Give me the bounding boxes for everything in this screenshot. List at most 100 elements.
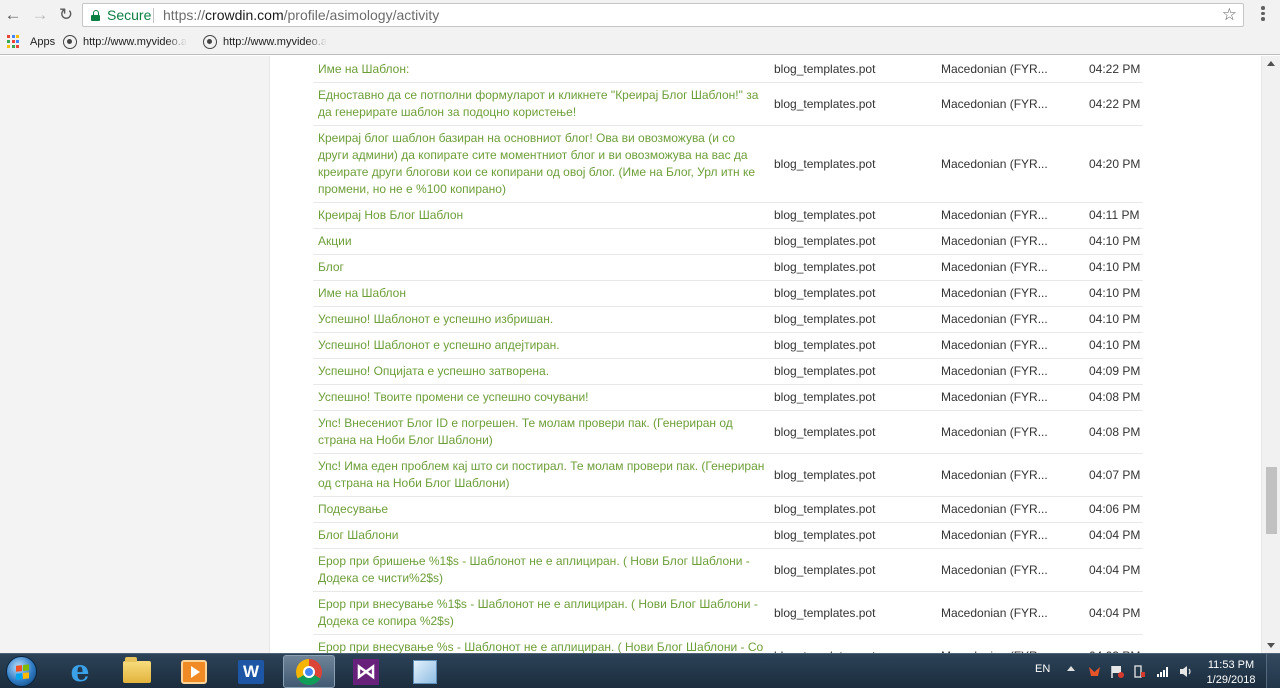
language-name: Macedonian (FYR... [939, 634, 1089, 653]
translation-text[interactable]: Ерор при бришење %1$s - Шаблонот не е ап… [313, 548, 774, 592]
activity-time: 04:04 PM [1089, 548, 1143, 592]
taskbar-chrome[interactable] [283, 655, 335, 688]
bookmark-label: Apps [30, 36, 56, 48]
scroll-down-arrow-icon[interactable] [1267, 643, 1275, 648]
activity-time: 04:22 PM [1089, 56, 1143, 83]
file-name: blog_templates.pot [774, 280, 939, 307]
show-desktop-button[interactable] [1266, 654, 1280, 688]
language-name: Macedonian (FYR... [939, 202, 1089, 229]
reload-icon[interactable]: ↻ [55, 4, 77, 26]
word-icon: W [238, 659, 264, 684]
translation-text[interactable]: Упс! Внесениот Блог ID е погрешен. Те мо… [313, 410, 774, 454]
activity-time: 04:08 PM [1089, 384, 1143, 411]
activity-row: Блог Шаблони blog_templates.pot Macedonian… [313, 522, 1143, 549]
activity-time: 04:04 PM [1089, 591, 1143, 635]
language-name: Macedonian (FYR... [939, 332, 1089, 359]
activity-row: Едноставно да се потполни формуларот и к… [313, 82, 1143, 126]
address-bar[interactable]: Secure https://crowdin.com/profile/asimo… [82, 3, 1244, 27]
visual-studio-icon: ⋈ [353, 658, 379, 685]
omnibox-separator [153, 8, 154, 23]
activity-time: 04:08 PM [1089, 410, 1143, 454]
show-hidden-icons-arrow-icon[interactable] [1067, 666, 1075, 671]
network-signal-icon[interactable] [1155, 664, 1170, 679]
file-name: blog_templates.pot [774, 410, 939, 454]
myvideo-favicon-icon [63, 35, 77, 49]
file-name: blog_templates.pot [774, 332, 939, 359]
folder-icon [123, 656, 151, 683]
media-player-icon [181, 659, 207, 684]
bookmark-myvideo-1[interactable]: http://www.myvideo.a [63, 30, 187, 54]
file-name: blog_templates.pot [774, 358, 939, 385]
activity-time: 04:06 PM [1089, 496, 1143, 523]
translation-text[interactable]: Успешно! Опцијата е успешно затворена. [313, 358, 774, 385]
language-name: Macedonian (FYR... [939, 548, 1089, 592]
language-indicator[interactable]: EN [1035, 663, 1050, 675]
translation-text[interactable]: Успешно! Шаблонот е успешно апдејтиран. [313, 332, 774, 359]
file-name: blog_templates.pot [774, 306, 939, 333]
chrome-icon [296, 658, 322, 685]
translation-text[interactable]: Блог Шаблони [313, 522, 774, 549]
activity-panel: Име на Шаблон: blog_templates.pot Macedoni… [269, 56, 1262, 653]
activity-row: Име на Шаблон blog_templates.pot Macedonia… [313, 280, 1143, 307]
translation-text[interactable]: Акции [313, 228, 774, 255]
translation-text[interactable]: Ерор при внесување %s - Шаблонот не е ап… [313, 634, 774, 653]
translation-text[interactable]: Успешно! Шаблонот е успешно избришан. [313, 306, 774, 333]
file-name: blog_templates.pot [774, 56, 939, 83]
language-name: Macedonian (FYR... [939, 384, 1089, 411]
activity-time: 04:11 PM [1089, 202, 1143, 229]
activity-time: 04:03 PM [1089, 634, 1143, 653]
tray-flag-icon[interactable] [1110, 664, 1125, 679]
bookmark-star-icon[interactable]: ☆ [1222, 5, 1237, 25]
file-name: blog_templates.pot [774, 202, 939, 229]
page-viewport: Име на Шаблон: blog_templates.pot Macedoni… [0, 56, 1280, 653]
tray-device-icon[interactable] [1132, 664, 1147, 679]
bookmark-myvideo-2[interactable]: http://www.myvideo.a [203, 30, 327, 54]
myvideo-favicon-icon [203, 35, 217, 49]
translation-text[interactable]: Креирај блог шаблон базиран на основниот… [313, 125, 774, 203]
forward-arrow-icon[interactable]: → [29, 4, 51, 26]
start-button[interactable] [2, 655, 42, 688]
translation-text[interactable]: Успешно! Твоите промени се успешно сочув… [313, 384, 774, 411]
translation-text[interactable]: Упс! Има еден проблем кај што си постира… [313, 453, 774, 497]
taskbar-media-player[interactable] [168, 655, 220, 688]
activity-time: 04:07 PM [1089, 453, 1143, 497]
translation-text[interactable]: Едноставно да се потполни формуларот и к… [313, 82, 774, 126]
file-name: blog_templates.pot [774, 384, 939, 411]
browser-menu-icon[interactable] [1253, 6, 1273, 24]
file-name: blog_templates.pot [774, 254, 939, 281]
scroll-up-arrow-icon[interactable] [1267, 61, 1275, 66]
url-text[interactable]: https://crowdin.com/profile/asimology/ac… [163, 7, 439, 23]
clock-date[interactable]: 1/29/2018 [1202, 674, 1260, 686]
language-name: Macedonian (FYR... [939, 453, 1089, 497]
url-path: /profile/asimology/activity [283, 7, 440, 23]
translation-text[interactable]: Име на Шаблон: [313, 56, 774, 83]
file-name: blog_templates.pot [774, 453, 939, 497]
taskbar-word[interactable]: W [225, 655, 277, 688]
tray-app-red-icon[interactable] [1087, 664, 1102, 679]
language-name: Macedonian (FYR... [939, 280, 1089, 307]
activity-time: 04:09 PM [1089, 358, 1143, 385]
activity-time: 04:04 PM [1089, 522, 1143, 549]
activity-row: Креирај блог шаблон базиран на основниот… [313, 125, 1143, 203]
language-name: Macedonian (FYR... [939, 591, 1089, 635]
volume-icon[interactable] [1178, 664, 1193, 679]
translation-text[interactable]: Креирај Нов Блог Шаблон [313, 202, 774, 229]
taskbar-internet-explorer[interactable]: e [54, 655, 106, 688]
taskbar-box-app[interactable] [399, 655, 451, 688]
bookmark-apps[interactable]: Apps [7, 30, 55, 54]
taskbar-file-explorer[interactable] [111, 655, 163, 688]
back-arrow-icon[interactable]: ← [2, 4, 24, 26]
url-scheme: https:// [163, 7, 206, 23]
translation-text[interactable]: Име на Шаблон [313, 280, 774, 307]
language-name: Macedonian (FYR... [939, 82, 1089, 126]
browser-toolbar: ← → ↻ Secure https://crowdin.com/profile… [0, 0, 1280, 30]
translation-text[interactable]: Блог [313, 254, 774, 281]
clock-time[interactable]: 11:53 PM [1206, 659, 1256, 671]
translation-text[interactable]: Подесување [313, 496, 774, 523]
taskbar-visual-studio[interactable]: ⋈ [340, 655, 392, 688]
file-name: blog_templates.pot [774, 548, 939, 592]
scroll-thumb[interactable] [1266, 467, 1277, 534]
vertical-scrollbar[interactable] [1263, 56, 1280, 653]
bookmark-label: http://www.myvideo.a [223, 36, 327, 48]
translation-text[interactable]: Ерор при внесување %1$s - Шаблонот не е … [313, 591, 774, 635]
